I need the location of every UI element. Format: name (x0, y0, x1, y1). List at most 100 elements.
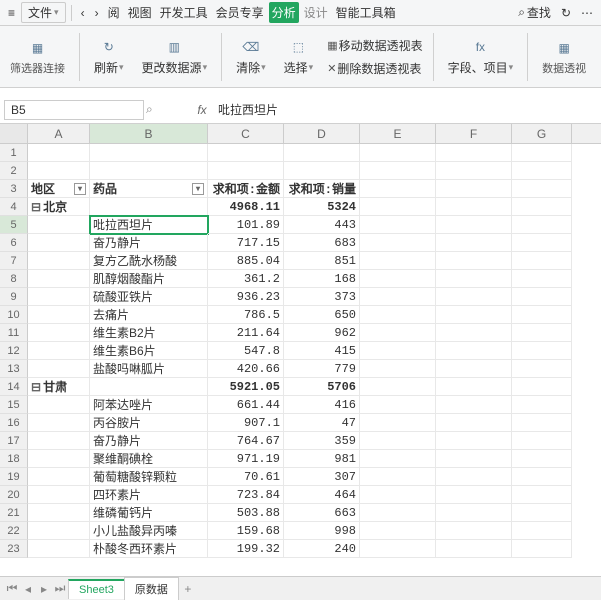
cell[interactable] (436, 324, 512, 342)
cell[interactable] (512, 432, 572, 450)
cell[interactable]: ⊟北京 (28, 198, 90, 216)
cell[interactable] (436, 522, 512, 540)
cell[interactable]: 去痛片 (90, 306, 208, 324)
row-header[interactable]: 13 (0, 360, 28, 378)
cell[interactable] (360, 234, 436, 252)
cell[interactable] (90, 378, 208, 396)
refresh-btn[interactable]: ↻ 刷新▾ (90, 37, 128, 76)
cell[interactable] (28, 468, 90, 486)
cell[interactable] (284, 144, 360, 162)
row-header[interactable]: 6 (0, 234, 28, 252)
cell[interactable]: 359 (284, 432, 360, 450)
row-header[interactable]: 7 (0, 252, 28, 270)
cell[interactable] (284, 162, 360, 180)
cell[interactable]: 101.89 (208, 216, 284, 234)
cell[interactable] (90, 144, 208, 162)
cell[interactable] (436, 270, 512, 288)
cell[interactable]: 971.19 (208, 450, 284, 468)
cell[interactable]: 998 (284, 522, 360, 540)
cell-reference[interactable]: B5 (4, 100, 144, 120)
cell[interactable] (360, 396, 436, 414)
cell[interactable]: 奋乃静片 (90, 234, 208, 252)
cell[interactable]: 981 (284, 450, 360, 468)
tab-6[interactable]: 智能工具箱 (333, 2, 399, 23)
cell[interactable] (512, 522, 572, 540)
row-header[interactable]: 23 (0, 540, 28, 558)
sheet-next[interactable]: ▸ (36, 582, 52, 596)
cell[interactable] (512, 396, 572, 414)
cell[interactable]: 47 (284, 414, 360, 432)
search-btn[interactable]: ⌕ 查找 (514, 2, 555, 23)
row-header[interactable]: 8 (0, 270, 28, 288)
cell[interactable] (512, 414, 572, 432)
col-E[interactable]: E (360, 124, 436, 143)
cell[interactable] (208, 162, 284, 180)
cell[interactable]: 373 (284, 288, 360, 306)
cell[interactable]: 936.23 (208, 288, 284, 306)
cell[interactable] (436, 216, 512, 234)
row-header[interactable]: 21 (0, 504, 28, 522)
cell[interactable] (436, 180, 512, 198)
cell[interactable] (512, 324, 572, 342)
row-header[interactable]: 12 (0, 342, 28, 360)
cell[interactable] (436, 306, 512, 324)
pivot-btn[interactable]: ▦ 数据透视 (538, 38, 590, 76)
cell[interactable] (360, 486, 436, 504)
cell[interactable]: 211.64 (208, 324, 284, 342)
row-header[interactable]: 11 (0, 324, 28, 342)
cell[interactable]: 聚维酮碘栓 (90, 450, 208, 468)
nav-back[interactable]: ‹ (77, 4, 89, 22)
cell[interactable] (28, 342, 90, 360)
cell[interactable]: 663 (284, 504, 360, 522)
cell[interactable] (360, 198, 436, 216)
cell[interactable]: 464 (284, 486, 360, 504)
tab-1[interactable]: 视图 (125, 2, 155, 23)
cell[interactable] (28, 486, 90, 504)
cell[interactable] (436, 378, 512, 396)
cell[interactable] (28, 252, 90, 270)
row-header[interactable]: 9 (0, 288, 28, 306)
cell[interactable]: 阿苯达唑片 (90, 396, 208, 414)
cell[interactable]: 683 (284, 234, 360, 252)
cell[interactable]: 药品▾ (90, 180, 208, 198)
row-header[interactable]: 18 (0, 450, 28, 468)
cell[interactable] (512, 288, 572, 306)
cell[interactable] (512, 378, 572, 396)
cell[interactable]: 求和项:金额 (208, 180, 284, 198)
nav-fwd[interactable]: › (91, 4, 103, 22)
col-D[interactable]: D (284, 124, 360, 143)
cell[interactable] (360, 180, 436, 198)
cell[interactable]: 硫酸亚铁片 (90, 288, 208, 306)
cell[interactable]: 维磷葡钙片 (90, 504, 208, 522)
cell[interactable]: 地区▾ (28, 180, 90, 198)
search-icon[interactable]: ⌕ (146, 102, 162, 117)
cell[interactable]: 求和项:销量 (284, 180, 360, 198)
cell[interactable] (360, 414, 436, 432)
cell[interactable]: 661.44 (208, 396, 284, 414)
cell[interactable]: 5706 (284, 378, 360, 396)
cell[interactable]: 717.15 (208, 234, 284, 252)
cell[interactable] (28, 540, 90, 558)
cell[interactable] (512, 450, 572, 468)
cell[interactable] (28, 162, 90, 180)
sheet-prev[interactable]: ◂ (20, 582, 36, 596)
cell[interactable] (436, 198, 512, 216)
cell[interactable]: 779 (284, 360, 360, 378)
cell[interactable]: 复方乙酰水杨酸 (90, 252, 208, 270)
cell[interactable]: 5324 (284, 198, 360, 216)
cell[interactable] (512, 216, 572, 234)
cell[interactable] (28, 234, 90, 252)
cell[interactable]: ⊟甘肃 (28, 378, 90, 396)
cell[interactable] (360, 252, 436, 270)
move-pivot[interactable]: ▦ 移动数据透视表 (327, 37, 422, 54)
cell[interactable]: 199.32 (208, 540, 284, 558)
cell[interactable]: 朴酸冬西环素片 (90, 540, 208, 558)
cell[interactable]: 962 (284, 324, 360, 342)
cell[interactable]: 503.88 (208, 504, 284, 522)
cell[interactable] (512, 306, 572, 324)
cell[interactable]: 维生素B2片 (90, 324, 208, 342)
cell[interactable]: 851 (284, 252, 360, 270)
cell[interactable] (360, 216, 436, 234)
cell[interactable] (360, 288, 436, 306)
col-C[interactable]: C (208, 124, 284, 143)
